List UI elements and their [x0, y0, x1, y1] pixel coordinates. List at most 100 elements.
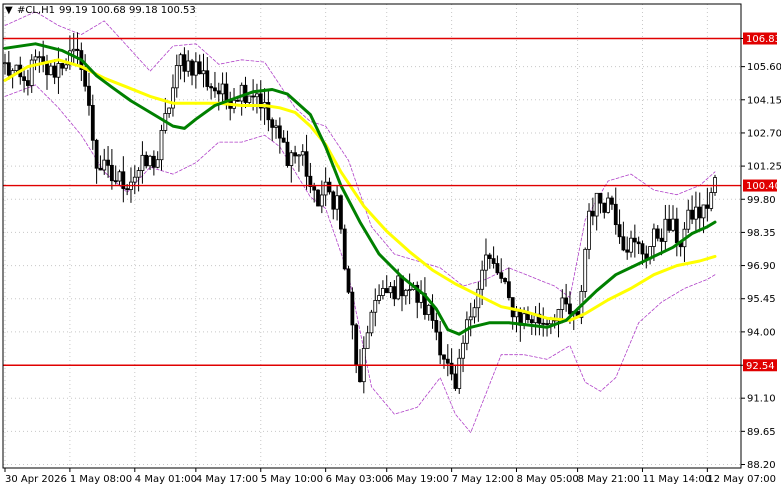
candle [197, 54, 202, 75]
candle [621, 221, 626, 252]
candle [384, 275, 389, 294]
candle [342, 224, 347, 271]
candle [426, 303, 431, 321]
candle [167, 107, 172, 118]
candle [178, 52, 183, 80]
candle-body [694, 206, 698, 220]
candle-body [476, 288, 481, 309]
candle [6, 51, 11, 80]
candle-body [285, 141, 290, 166]
ohlc-readout: 99.19 100.68 99.18 100.53 [59, 5, 196, 16]
candle-body [106, 159, 110, 166]
candle [216, 82, 221, 111]
price-axis[interactable]: 105.60 104.15 102.70 101.25 99.80 98.35 96.90 9… [741, 32, 781, 472]
candle [625, 236, 630, 260]
candle-body [674, 218, 679, 244]
candle [159, 124, 164, 171]
candle-body [564, 297, 569, 305]
candle [37, 51, 42, 73]
candle [281, 130, 286, 143]
candle [682, 222, 687, 262]
time-tick-label: 8 May 21:00 [578, 474, 640, 485]
candle-body [37, 56, 42, 59]
candle [663, 204, 668, 253]
candle-body [6, 62, 11, 76]
candle-body [239, 84, 244, 102]
candle [106, 146, 110, 178]
candle-body [270, 119, 275, 128]
price-tick-label: 95.45 [747, 294, 776, 305]
candle-body [83, 69, 88, 87]
time-tick-label: 30 Apr 2026 [5, 474, 67, 485]
candle [109, 149, 114, 190]
candle-body [113, 180, 118, 183]
candle-body [613, 203, 618, 226]
candle [304, 134, 309, 190]
candle-body [381, 288, 385, 296]
candle [697, 192, 702, 231]
candle-body [468, 316, 473, 321]
candle-body [342, 228, 347, 270]
candle [648, 246, 653, 265]
candle [323, 167, 328, 207]
candle-body [201, 70, 206, 75]
level-price-label: 92.54 [746, 361, 775, 372]
price-tick-label: 88.20 [747, 460, 776, 471]
menu-chevron-icon[interactable]: ▼ [5, 5, 13, 16]
candle [510, 297, 515, 330]
candle-body [445, 358, 450, 364]
candle [403, 288, 408, 305]
candle [316, 189, 320, 207]
chart-header: ▼ #CL,H1 99.19 100.68 99.18 100.53 [5, 5, 196, 16]
candle [94, 138, 99, 184]
candle [56, 47, 61, 94]
candle-body [407, 289, 412, 292]
candle [258, 80, 263, 121]
time-tick-label: 5 May 10:00 [261, 474, 323, 485]
candle-body [216, 90, 221, 95]
candle [193, 52, 198, 89]
candle-body [94, 139, 99, 169]
candle-body [697, 206, 702, 219]
candle-body [182, 54, 187, 72]
candle-body [213, 87, 217, 92]
candle-body [354, 324, 359, 366]
candle [705, 187, 710, 222]
candle-body [583, 248, 588, 292]
candle-body [235, 99, 240, 102]
candle-body [453, 373, 458, 389]
time-tick-label: 7 May 12:00 [452, 474, 514, 485]
candle [449, 348, 454, 381]
candle-body [174, 65, 179, 89]
candle-body [617, 224, 622, 238]
price-chart[interactable]: 105.60 104.15 102.70 101.25 99.80 98.35 96.90 9… [0, 0, 781, 489]
time-axis[interactable]: 30 Apr 2026 1 May 08:00 4 May 01:004 May 1… [4, 468, 776, 485]
candle [445, 344, 450, 377]
candle [190, 58, 194, 86]
candle-body [29, 59, 34, 86]
candle-body [655, 228, 660, 239]
candle-body [632, 237, 637, 243]
candle-body [87, 85, 91, 106]
candle-body [590, 210, 595, 217]
candle-body [667, 218, 672, 231]
symbol-label: #CL,H1 [17, 5, 55, 16]
candle [590, 197, 595, 226]
candle [87, 72, 91, 116]
time-tick-label: 1 May 08:00 [70, 474, 132, 485]
candle [598, 192, 603, 214]
candle-body [442, 354, 446, 360]
candle [381, 280, 385, 300]
candle-body [480, 269, 485, 290]
candle-body [426, 304, 431, 315]
candle [457, 348, 462, 394]
candle-body [346, 268, 351, 293]
candle [71, 32, 76, 64]
candle [293, 145, 298, 164]
candle [90, 94, 95, 150]
candle [121, 156, 126, 203]
candle-body [71, 48, 76, 52]
candle-body [384, 288, 389, 294]
candle [339, 194, 343, 234]
candle-body [438, 331, 443, 356]
